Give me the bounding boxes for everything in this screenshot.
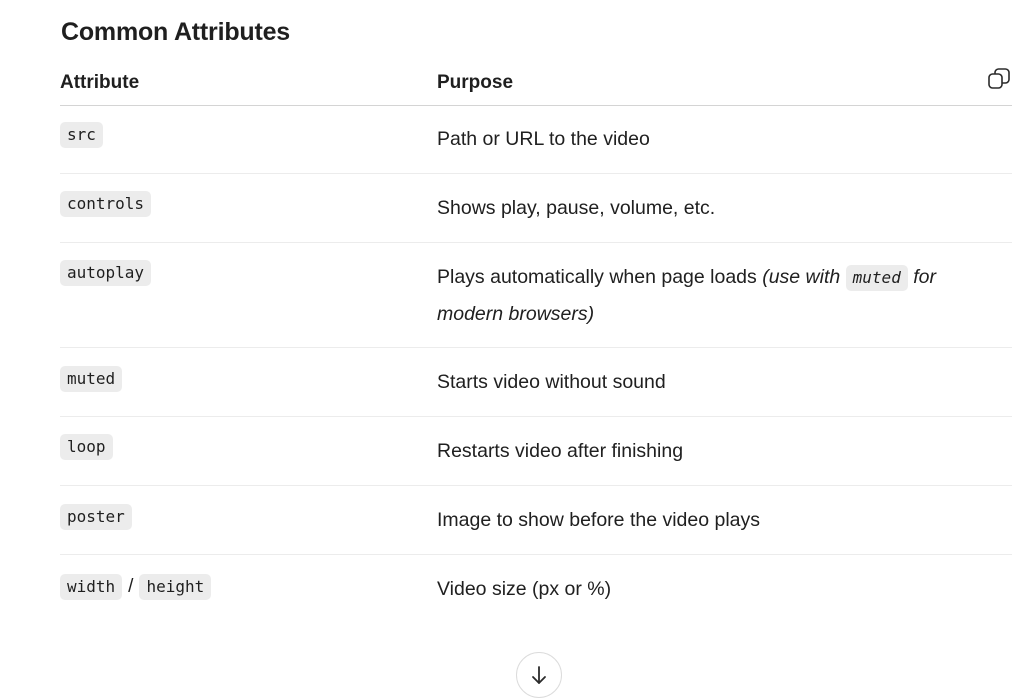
table-row: loop Restarts video after finishing <box>60 417 1012 486</box>
attribute-separator: / <box>128 576 134 597</box>
table-header: Attribute Purpose <box>60 64 1012 106</box>
attribute-cell: width / height <box>60 574 212 600</box>
table-row: muted Starts video without sound <box>60 348 1012 417</box>
table-row: src Path or URL to the video <box>60 106 1012 174</box>
attribute-code: muted <box>60 366 123 392</box>
note-code: muted <box>845 265 908 291</box>
section-title: Common Attributes <box>61 18 290 46</box>
purpose-cell: Plays automatically when page loads (use… <box>437 259 997 333</box>
attribute-code: controls <box>60 191 152 217</box>
table-row: poster Image to show before the video pl… <box>60 486 1012 555</box>
header-attribute: Attribute <box>60 72 140 93</box>
attribute-cell: src <box>60 122 103 148</box>
attribute-code: height <box>139 574 212 600</box>
purpose-cell: Shows play, pause, volume, etc. <box>437 197 716 219</box>
arrow-down-icon <box>528 664 550 691</box>
table-row: autoplay Plays automatically when page l… <box>60 243 1012 348</box>
attribute-cell: poster <box>60 504 132 530</box>
attribute-cell: loop <box>60 434 113 460</box>
attribute-cell: muted <box>60 366 123 392</box>
attribute-code: autoplay <box>60 260 152 286</box>
attribute-code: poster <box>60 504 132 530</box>
table-row: controls Shows play, pause, volume, etc. <box>60 174 1012 243</box>
purpose-cell: Image to show before the video plays <box>437 509 761 531</box>
purpose-cell: Video size (px or %) <box>437 578 612 600</box>
purpose-cell: Starts video without sound <box>437 371 666 393</box>
attributes-table: Attribute Purpose src Path or URL to the… <box>60 64 1012 623</box>
attribute-code: src <box>60 122 103 148</box>
header-purpose: Purpose <box>437 72 514 93</box>
purpose-cell: Path or URL to the video <box>437 128 650 150</box>
table-row: width / height Video size (px or %) <box>60 555 1012 623</box>
purpose-text: Plays automatically when page loads <box>437 266 757 288</box>
attribute-cell: autoplay <box>60 260 152 286</box>
attribute-code: loop <box>60 434 113 460</box>
attribute-cell: controls <box>60 191 152 217</box>
purpose-cell: Restarts video after finishing <box>437 440 684 462</box>
note-before: (use with <box>762 266 841 288</box>
scroll-down-button[interactable] <box>516 652 562 698</box>
attribute-code: width <box>60 574 123 600</box>
